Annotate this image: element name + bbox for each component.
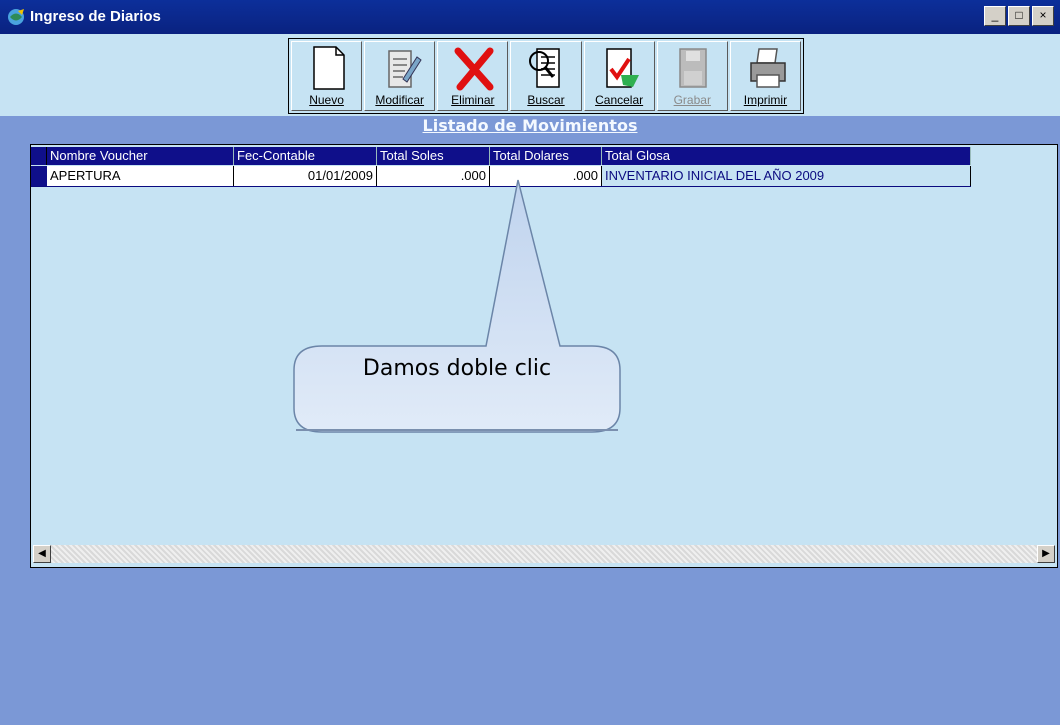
callout-text: Damos doble clic xyxy=(362,356,552,381)
